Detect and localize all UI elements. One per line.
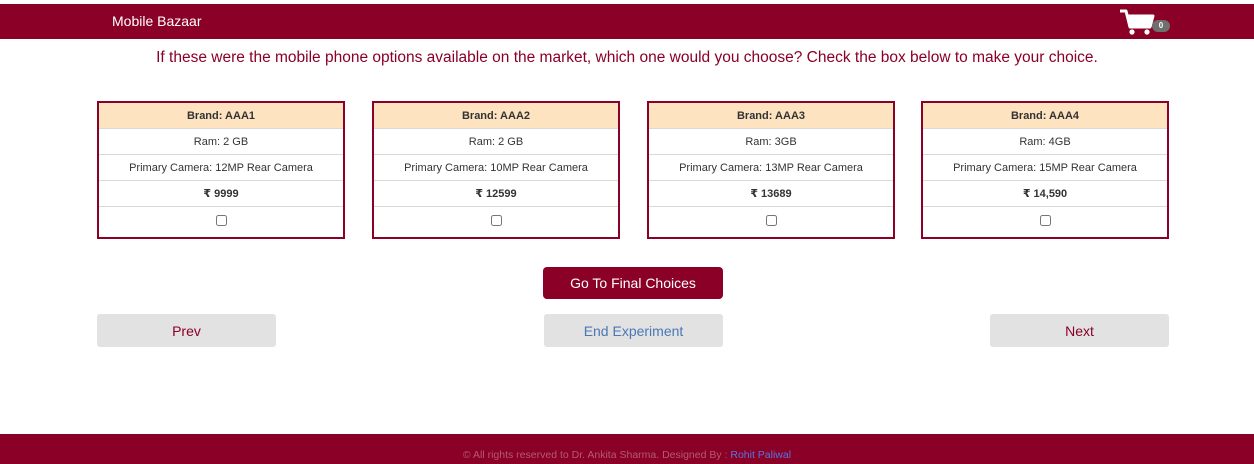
- product-select-checkbox-4[interactable]: [1039, 214, 1051, 226]
- product-price: ₹ 14,590: [923, 181, 1167, 207]
- product-camera: Primary Camera: 13MP Rear Camera: [649, 155, 893, 181]
- product-ram: Ram: 4GB: [923, 129, 1167, 155]
- cart-count-badge: 0: [1152, 20, 1170, 32]
- product-brand: Brand: AAA2: [374, 103, 618, 129]
- go-to-final-choices-button[interactable]: Go To Final Choices: [543, 267, 723, 299]
- product-card-1: Brand: AAA1 Ram: 2 GB Primary Camera: 12…: [97, 101, 345, 239]
- product-brand: Brand: AAA3: [649, 103, 893, 129]
- prev-button[interactable]: Prev: [97, 314, 276, 347]
- product-card-2: Brand: AAA2 Ram: 2 GB Primary Camera: 10…: [372, 101, 620, 239]
- product-camera: Primary Camera: 10MP Rear Camera: [374, 155, 618, 181]
- product-select-checkbox-2[interactable]: [490, 214, 502, 226]
- product-brand: Brand: AAA4: [923, 103, 1167, 129]
- product-select-cell: [374, 207, 618, 233]
- copyright-text: © All rights reserved to Dr. Ankita Shar…: [462, 449, 731, 461]
- next-button[interactable]: Next: [990, 314, 1169, 347]
- brand-name[interactable]: Mobile Bazaar: [112, 4, 202, 39]
- product-select-checkbox-1[interactable]: [215, 214, 227, 226]
- product-brand: Brand: AAA1: [99, 103, 343, 129]
- product-select-checkbox-3[interactable]: [765, 214, 777, 226]
- product-price: ₹ 13689: [649, 181, 893, 207]
- product-select-cell: [649, 207, 893, 233]
- product-ram: Ram: 3GB: [649, 129, 893, 155]
- cart-button[interactable]: 0: [1118, 7, 1174, 37]
- question-text: If these were the mobile phone options a…: [156, 49, 1098, 66]
- product-select-cell: [923, 207, 1167, 233]
- top-navbar: Mobile Bazaar 0: [0, 4, 1254, 39]
- product-ram: Ram: 2 GB: [99, 129, 343, 155]
- designer-link[interactable]: Rohit Paliwal: [730, 449, 791, 461]
- product-camera: Primary Camera: 12MP Rear Camera: [99, 155, 343, 181]
- product-card-4: Brand: AAA4 Ram: 4GB Primary Camera: 15M…: [921, 101, 1169, 239]
- product-ram: Ram: 2 GB: [374, 129, 618, 155]
- footer: © All rights reserved to Dr. Ankita Shar…: [0, 434, 1254, 464]
- end-experiment-button[interactable]: End Experiment: [544, 314, 723, 347]
- product-camera: Primary Camera: 15MP Rear Camera: [923, 155, 1167, 181]
- product-price: ₹ 12599: [374, 181, 618, 207]
- product-price: ₹ 9999: [99, 181, 343, 207]
- product-select-cell: [99, 207, 343, 233]
- product-card-3: Brand: AAA3 Ram: 3GB Primary Camera: 13M…: [647, 101, 895, 239]
